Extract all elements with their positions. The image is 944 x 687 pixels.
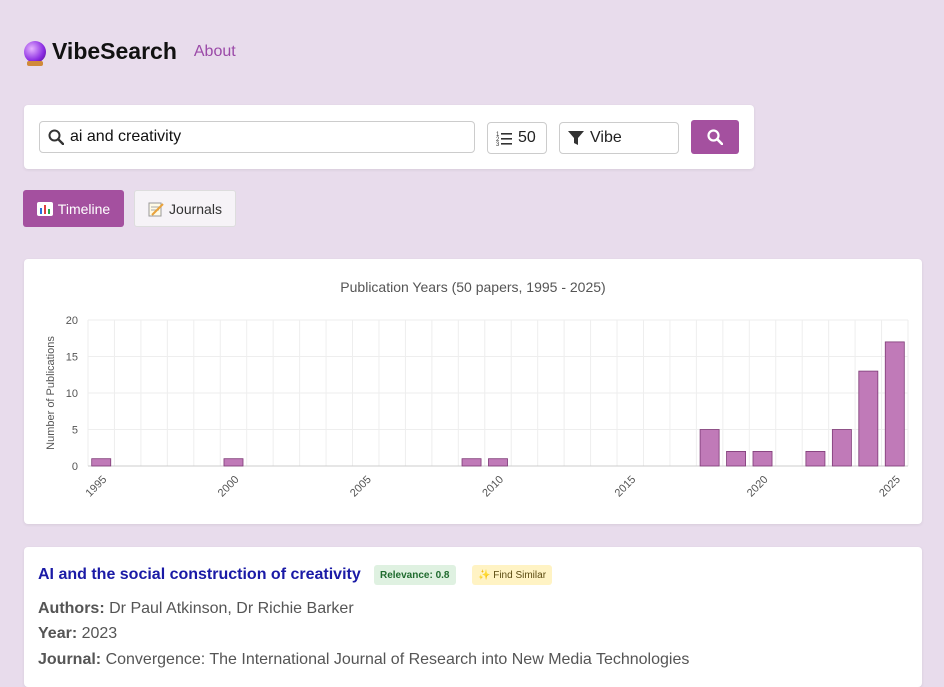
search-input[interactable]: ai and creativity (39, 121, 475, 153)
x-tick-label: 2020 (745, 474, 771, 500)
result-count-value: 50 (518, 129, 536, 146)
authors-value: Dr Paul Atkinson, Dr Richie Barker (109, 600, 354, 617)
y-tick-label: 15 (66, 352, 78, 364)
year-value: 2023 (81, 625, 118, 642)
mode-select[interactable]: Vibe (559, 122, 679, 154)
find-similar-button[interactable]: ✨ Find Similar (472, 565, 553, 585)
journal-row: Journal: Convergence: The International … (38, 651, 689, 669)
tab-journals[interactable]: Journals (134, 190, 236, 227)
chart-bar-2024[interactable] (858, 370, 879, 467)
y-tick-label: 0 (72, 461, 78, 473)
chart-bar-2010[interactable] (488, 458, 508, 467)
header: VibeSearch About (24, 38, 236, 66)
authors-label: Authors: (38, 600, 105, 617)
x-tick-label: 2015 (613, 474, 639, 500)
search-icon (48, 129, 64, 145)
mode-select-value: Vibe (590, 129, 622, 146)
chart-bar-1995[interactable] (91, 458, 112, 467)
tab-timeline[interactable]: Timeline (23, 190, 124, 227)
result-card: AI and the social construction of creati… (24, 547, 922, 687)
chart-bar-2020[interactable] (752, 450, 773, 467)
chart-bar-2022[interactable] (805, 450, 826, 467)
timeline-chart-card: Publication Years (50 papers, 1995 - 202… (24, 259, 922, 524)
y-tick-label: 20 (66, 315, 78, 327)
x-tick-label: 1995 (84, 474, 110, 500)
y-tick-label: 10 (66, 388, 78, 400)
chart-bar-2023[interactable] (831, 429, 852, 467)
memo-icon (148, 202, 164, 216)
app-title[interactable]: VibeSearch (52, 38, 177, 65)
relevance-badge: Relevance: 0.8 (374, 565, 456, 585)
chart-icon (36, 201, 53, 216)
filter-icon (568, 131, 584, 145)
tab-timeline-label: Timeline (57, 200, 111, 217)
search-query-text: ai and creativity (70, 128, 182, 145)
chart-title: Publication Years (50 papers, 1995 - 202… (340, 279, 605, 295)
search-icon (707, 129, 723, 145)
numbered-list-icon: 1 2 3 (496, 132, 512, 146)
search-panel: ai and creativity 1 2 3 50 Vibe (24, 105, 754, 169)
x-tick-label: 2000 (216, 474, 242, 500)
year-row: Year: 2023 (38, 625, 117, 643)
x-tick-label: 2010 (480, 474, 506, 500)
x-tick-label: 2025 (877, 474, 903, 500)
tab-journals-label: Journals (169, 200, 222, 217)
chart-bar-2009[interactable] (461, 458, 482, 467)
year-label: Year: (38, 625, 78, 642)
journal-label: Journal: (38, 651, 102, 668)
publication-years-chart: Publication Years (50 papers, 1995 - 202… (45, 279, 909, 500)
chart-bar-2018[interactable] (699, 429, 720, 467)
y-tick-label: 5 (72, 425, 78, 437)
result-count-field[interactable]: 1 2 3 50 (487, 122, 547, 154)
y-axis-label: Number of Publications (45, 336, 57, 450)
x-axis-ticks: 1995 2000 2005 2010 2015 2020 2025 (84, 474, 903, 500)
chart-bar-2025[interactable] (884, 341, 905, 467)
journal-value: Convergence: The International Journal o… (105, 651, 690, 668)
about-link[interactable]: About (194, 43, 236, 61)
chart-bar-2000[interactable] (223, 458, 244, 467)
x-tick-label: 2005 (348, 474, 374, 500)
crystal-ball-icon (24, 40, 46, 66)
chart-bars (91, 341, 905, 467)
chart-bar-2019[interactable] (726, 450, 746, 467)
y-axis-ticks: 0 5 10 15 20 (66, 315, 78, 473)
chart-grid (87, 319, 909, 467)
result-title-link[interactable]: AI and the social construction of creati… (38, 566, 361, 584)
svg-text:3: 3 (496, 142, 500, 146)
authors-row: Authors: Dr Paul Atkinson, Dr Richie Bar… (38, 600, 354, 618)
search-button[interactable] (691, 120, 739, 154)
